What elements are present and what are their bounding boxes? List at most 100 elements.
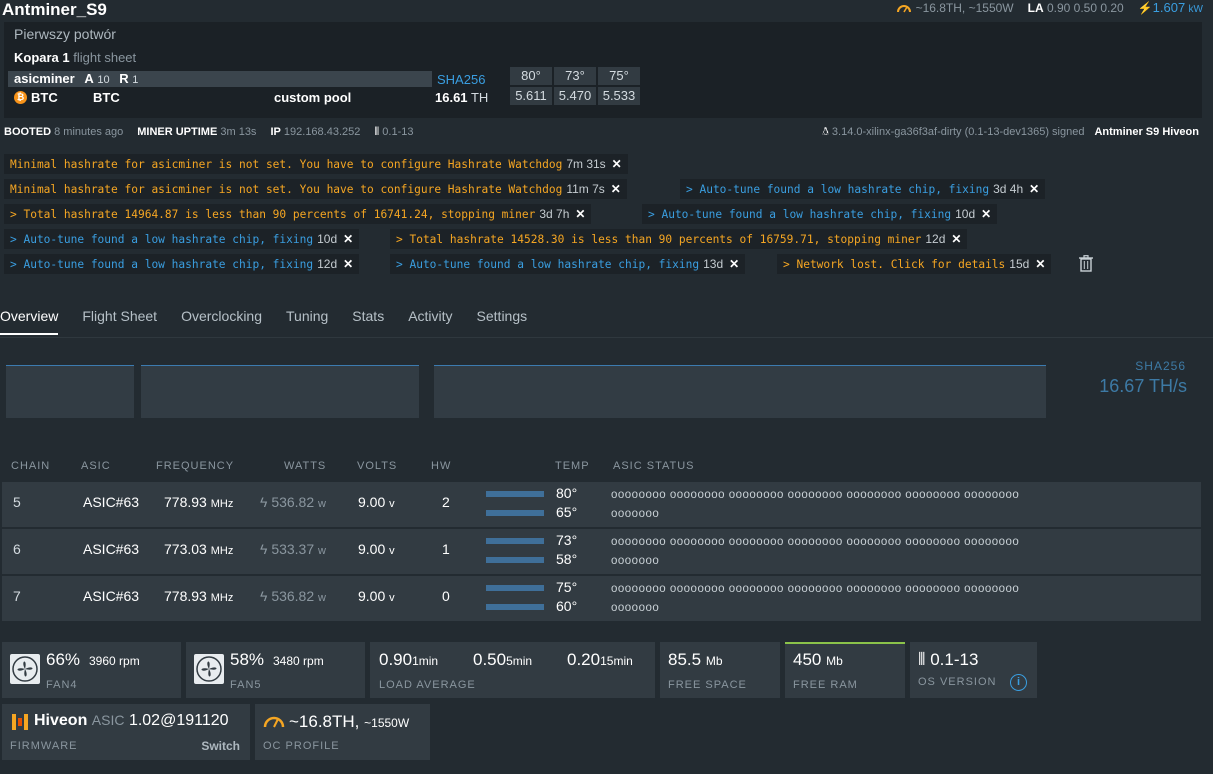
flight-sheet-label: flight sheet (73, 50, 137, 65)
close-icon[interactable]: ✕ (343, 257, 353, 271)
fan4-label: FAN4 (46, 679, 78, 691)
watts: ϟ 536.82 w (260, 494, 326, 510)
tab-overclocking[interactable]: Overclocking (181, 308, 262, 335)
oc-profile: ~16.8TH, ~1550W (289, 712, 409, 732)
load-average-card: 0.901min 0.505min 0.2015min LOAD AVERAGE (370, 642, 655, 698)
asic-status-line: oooooooo oooooooo oooooooo oooooooo oooo… (611, 536, 1020, 548)
close-icon[interactable]: ✕ (729, 257, 739, 271)
free-space-label: FREE SPACE (668, 679, 747, 691)
chip-temp: 80° (556, 485, 578, 501)
kernel-version: 3.14.0-xilinx-ga36f3af-dirty (0.1-13-dev… (831, 126, 1085, 138)
message-item[interactable]: > Auto-tune found a low hashrate chip, f… (4, 229, 360, 249)
message-item[interactable]: > Auto-tune found a low hashrate chip, f… (642, 204, 998, 224)
tab-activity[interactable]: Activity (408, 308, 452, 335)
freq-value: 778.93 (164, 588, 207, 604)
asic-status-line: ooooooo (611, 555, 660, 567)
message-item[interactable]: > Network lost. Click for details 15d ✕ (777, 254, 1052, 274)
free-ram-label: FREE RAM (793, 679, 858, 691)
bitcoin-icon: ₿ (14, 91, 27, 104)
board-temp: 58° (556, 551, 578, 567)
close-icon[interactable]: ✕ (343, 232, 353, 246)
oc-profile-card[interactable]: ~16.8TH, ~1550W OC PROFILE (255, 704, 430, 760)
load-1min-unit: 1min (412, 654, 439, 668)
miner-info: asicminer A 10 R 1 (14, 71, 138, 86)
info-icon[interactable]: i (1010, 674, 1027, 691)
firmware-info: Hiveon ASIC 1.02@191120 (34, 712, 229, 730)
load-average-top: LA 0.90 0.50 0.20 (1028, 1, 1124, 15)
asic-count: ASIC#63 (83, 494, 140, 510)
fan5-rpm: 3480 rpm (273, 654, 324, 668)
message-item[interactable]: Minimal hashrate for asicminer is not se… (4, 154, 628, 174)
watts-value: 533.37 (271, 541, 315, 557)
tab-stats[interactable]: Stats (352, 308, 384, 335)
graph-algo: SHA256 (1135, 359, 1186, 373)
a-label: A (84, 71, 94, 86)
uptime-value: 3m 13s (220, 126, 257, 138)
close-icon[interactable]: ✕ (951, 232, 961, 246)
tab-settings[interactable]: Settings (477, 308, 528, 335)
hive-icon: ⦀ (918, 650, 926, 669)
board-temp: 60° (556, 598, 578, 614)
message-item[interactable]: > Total hashrate 14528.30 is less than 9… (390, 229, 968, 249)
watts-value: 536.82 (271, 494, 315, 510)
watts-unit: w (318, 545, 326, 557)
message-item[interactable]: Minimal hashrate for asicminer is not se… (4, 179, 627, 199)
graph-hashrate: 16.67 TH/s (1099, 376, 1187, 396)
tab-tuning[interactable]: Tuning (286, 308, 328, 335)
oc-summary[interactable]: ~16.8TH, ~1550W (896, 1, 1014, 15)
os-version-value: 0.1-13 (930, 650, 979, 669)
coin-row: ₿ BTC (14, 90, 58, 105)
asic-count: ASIC#63 (83, 588, 140, 604)
worker-description: Pierwszy potwór (14, 26, 116, 42)
oc-summary-text: ~16.8TH, ~1550W (915, 0, 1014, 15)
close-icon[interactable]: ✕ (1035, 257, 1045, 271)
tab-bar: Overview Flight Sheet Overclocking Tunin… (0, 308, 527, 335)
message-text: Minimal hashrate for asicminer is not se… (10, 158, 563, 171)
tab-overview[interactable]: Overview (0, 308, 59, 335)
close-icon[interactable]: ✕ (575, 207, 585, 221)
bolt-icon: ϟ (260, 588, 268, 604)
volts-value: 9.00 (358, 541, 386, 557)
temp-bar (486, 538, 544, 544)
miner-model: Antminer S9 Hiveon (1094, 126, 1199, 138)
volts-value: 9.00 (358, 588, 386, 604)
watts-unit: w (318, 498, 326, 510)
flight-sheet[interactable]: Kopara 1 flight sheet (14, 50, 136, 65)
close-icon[interactable]: ✕ (1029, 182, 1039, 196)
asic-status-line: ooooooo (611, 508, 660, 520)
freq-value: 778.93 (164, 494, 207, 510)
chain-temp-3: 75° (598, 67, 640, 85)
watts: ϟ 533.37 w (260, 541, 326, 557)
switch-firmware-button[interactable]: Switch (201, 739, 240, 753)
os-version-card: ⦀ 0.1-13 OS VERSION i (910, 642, 1037, 698)
message-age: 15d (1009, 257, 1030, 271)
hw-errors: 0 (442, 588, 450, 604)
os-version: ⦀ 0.1-13 (918, 650, 978, 670)
table-row: 7 ASIC#63 778.93 MHz ϟ 536.82 w 9.00 v 0… (2, 576, 1201, 621)
message-item[interactable]: > Total hashrate 14964.87 is less than 9… (4, 204, 592, 224)
close-icon[interactable]: ✕ (612, 157, 622, 171)
message-item[interactable]: > Auto-tune found a low hashrate chip, f… (680, 179, 1046, 199)
trash-icon[interactable] (1078, 255, 1094, 275)
message-age: 10d (317, 232, 338, 246)
message-age: 10d (955, 207, 976, 221)
top-stats: ~16.8TH, ~1550W LA 0.90 0.50 0.20 ⚡1.607… (896, 0, 1203, 15)
asic-status-line: oooooooo oooooooo oooooooo oooooooo oooo… (611, 489, 1020, 501)
volts-unit: v (389, 592, 395, 604)
close-icon[interactable]: ✕ (611, 182, 621, 196)
asic-status-line: ooooooo (611, 602, 660, 614)
chain-rate-3: 5.533 (598, 87, 640, 105)
message-item[interactable]: > Auto-tune found a low hashrate chip, f… (390, 254, 746, 274)
message-age: 13d (703, 257, 724, 271)
temp-bar (486, 510, 544, 516)
tab-flight-sheet[interactable]: Flight Sheet (82, 308, 157, 335)
message-item[interactable]: > Auto-tune found a low hashrate chip, f… (4, 254, 360, 274)
close-icon[interactable]: ✕ (981, 207, 991, 221)
fan-icon (194, 654, 224, 684)
chain-id: 5 (13, 494, 21, 510)
temp-bar (486, 585, 544, 591)
message-text: Minimal hashrate for asicminer is not se… (10, 183, 563, 196)
hw-errors: 2 (442, 494, 450, 510)
fan4-percent: 66% (46, 650, 81, 669)
asic-status-line: oooooooo oooooooo oooooooo oooooooo oooo… (611, 583, 1020, 595)
